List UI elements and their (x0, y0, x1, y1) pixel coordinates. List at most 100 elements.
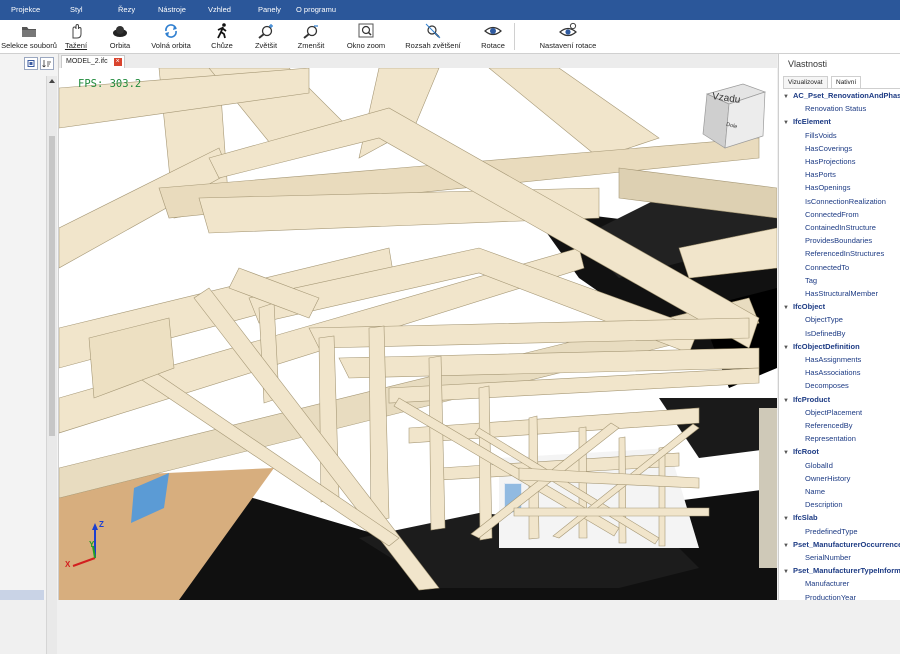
roof-truss-scene (59, 68, 777, 600)
property-group[interactable]: ▼ IfcRoot (783, 445, 819, 458)
property-item[interactable]: ReferencedBy (783, 419, 853, 432)
toolbar-button-label: Selekce souborů (1, 41, 57, 50)
toolbar-button-label: Chůze (211, 41, 233, 50)
property-item[interactable]: IsConnectionRealization (783, 195, 886, 208)
property-item[interactable]: SerialNumber (783, 551, 851, 564)
property-item[interactable]: HasPorts (783, 168, 836, 181)
zoom-in-icon (258, 24, 273, 39)
menu-item[interactable]: O programu (296, 5, 336, 14)
property-item[interactable]: ReferencedInStructures (783, 247, 884, 260)
toolbar-button-label: Okno zoom (346, 41, 386, 50)
property-group-label: IfcElement (793, 117, 831, 127)
property-group-label: Pset_ManufacturerTypeInformation (793, 566, 900, 576)
menu-item[interactable]: Styl (70, 5, 83, 14)
document-tab-strip: MODEL_2.ifc × (59, 54, 777, 68)
property-group[interactable]: ▼AC_Pset_RenovationAndPhasing (783, 89, 900, 102)
property-item[interactable]: Tag (783, 274, 817, 287)
toolbar-button[interactable]: Okno zoom (340, 20, 392, 53)
menu-item[interactable]: Vzhled (208, 5, 231, 14)
toolbar-button[interactable]: Volná orbita (146, 20, 196, 53)
property-group-label: IfcObjectDefinition (793, 341, 860, 351)
toolbar-button[interactable]: Orbita (104, 20, 136, 53)
toolbar-button[interactable]: Nastavení rotace (536, 20, 600, 53)
property-group[interactable]: ▼ IfcElement (783, 115, 831, 128)
property-item[interactable]: ProductionYear (783, 591, 856, 600)
hand-icon (72, 23, 82, 39)
left-panel-footer (0, 590, 44, 600)
free-orbit-icon (165, 24, 177, 38)
menu-item[interactable]: Projekce (11, 5, 40, 14)
property-item[interactable]: IsDefinedBy (783, 327, 845, 340)
property-group[interactable]: ▼ IfcProduct (783, 393, 830, 406)
properties-panel: Vlastnosti Vizualizovat Nativní ▼ AC_Pset_… (778, 54, 900, 600)
menu-item[interactable]: Panely (258, 5, 281, 14)
property-item[interactable]: Manufacturer (783, 577, 849, 590)
property-group-label: IfcRoot (793, 447, 819, 457)
property-item[interactable]: HasOpenings (783, 181, 850, 194)
property-item[interactable]: ConnectedFrom (783, 208, 859, 221)
property-item[interactable]: ObjectType (783, 313, 843, 326)
scroll-up-icon[interactable] (49, 79, 55, 83)
panel-grid-icon[interactable] (24, 57, 38, 70)
toolbar-button[interactable]: Zvětšit (248, 20, 284, 53)
property-item[interactable]: HasAssociations (783, 366, 860, 379)
toolbar-button-label: Nastavení rotace (539, 41, 597, 50)
property-item[interactable]: ConnectedTo (783, 261, 849, 274)
property-item[interactable]: Name (783, 485, 825, 498)
toolbar-button-label: Orbita (109, 41, 131, 50)
document-tab[interactable]: MODEL_2.ifc × (61, 55, 125, 68)
toolbar-button[interactable]: Chůze (204, 20, 240, 53)
property-item[interactable]: HasCoverings (783, 142, 852, 155)
property-group[interactable]: ▼ Pset_ManufacturerOccurrence (783, 538, 900, 551)
properties-tree: ▼AC_Pset_RenovationAndPhasingRenovation … (783, 88, 900, 600)
toolbar-button[interactable]: Rozsah zvětšení (398, 20, 468, 53)
property-item[interactable]: HasStructuralMember (783, 287, 878, 300)
3d-viewport[interactable]: FPS: 303.2 Vzadu Dole Z Y X (59, 68, 777, 600)
orbit-icon (113, 26, 127, 37)
left-panel (0, 54, 59, 654)
scroll-thumb[interactable] (49, 136, 55, 436)
properties-tab[interactable]: Vizualizovat (783, 76, 828, 88)
toolbar-button-label: Zvětšit (254, 41, 278, 50)
property-item[interactable]: ProvidesBoundaries (783, 234, 872, 247)
walk-icon (217, 23, 227, 39)
close-icon[interactable]: × (113, 58, 122, 66)
property-group[interactable]: ▼ IfcObject (783, 300, 825, 313)
toolbar-button-label: Tažení (64, 41, 88, 50)
property-item[interactable]: Decomposes (783, 379, 849, 392)
toolbar-button[interactable]: Rotace (474, 20, 512, 53)
property-item[interactable]: PredefinedType (783, 525, 858, 538)
toolbar-button-label: Volná orbita (151, 41, 191, 50)
property-item[interactable]: FillsVoids (783, 129, 837, 142)
property-item[interactable]: OwnerHistory (783, 472, 850, 485)
property-item[interactable]: Description (783, 498, 843, 511)
zoom-out-icon (303, 25, 318, 39)
toolbar-button-label: Rozsah zvětšení (405, 41, 461, 50)
toolbar-button[interactable]: Tažení (60, 20, 92, 53)
property-item[interactable]: Representation (783, 432, 856, 445)
zoom-extents-icon (425, 23, 441, 39)
property-item[interactable]: HasProjections (783, 155, 855, 168)
navigation-cube[interactable] (695, 76, 769, 150)
menu-item[interactable]: Nástroje (158, 5, 186, 14)
property-group[interactable]: ▼ IfcObjectDefinition (783, 340, 860, 353)
property-item[interactable]: Renovation Status (783, 102, 866, 115)
property-group[interactable]: ▼Pset_ManufacturerTypeInformation (783, 564, 900, 577)
toolbar: Selekce souborů Tažení Orbita Volná orbita C… (0, 20, 900, 54)
property-group[interactable]: ▼ IfcSlab (783, 511, 818, 524)
folder-icon (22, 27, 36, 37)
property-item[interactable]: ContainedInStructure (783, 221, 876, 234)
toolbar-button[interactable]: Selekce souborů (0, 20, 58, 53)
property-item[interactable]: GlobalId (783, 459, 833, 472)
toolbar-button[interactable]: Zmenšit (294, 20, 328, 53)
property-item[interactable]: ObjectPlacement (783, 406, 862, 419)
property-group-label: Pset_ManufacturerOccurrence (793, 539, 900, 549)
toolbar-separator (514, 23, 515, 50)
panel-sort-icon[interactable] (40, 57, 54, 70)
property-group-label: IfcObject (793, 302, 826, 312)
axis-z-label: Z (99, 520, 104, 529)
left-panel-scrollbar[interactable] (46, 76, 57, 654)
property-item[interactable]: HasAssignments (783, 353, 861, 366)
menu-item[interactable]: Řezy (118, 5, 135, 14)
properties-tab[interactable]: Nativní (831, 76, 862, 88)
